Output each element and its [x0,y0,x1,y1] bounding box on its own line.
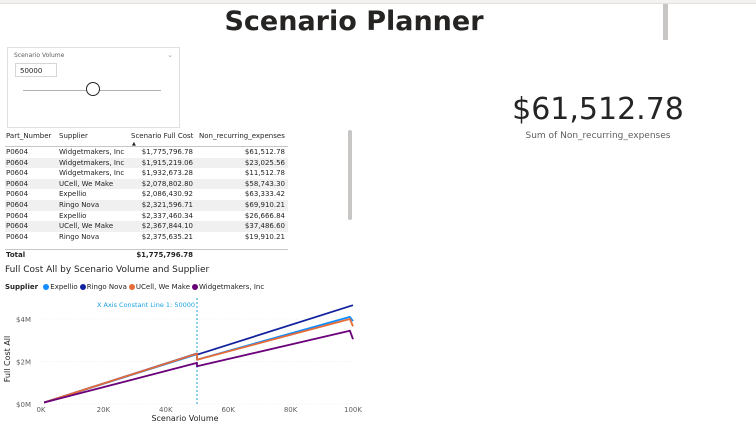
table-total-row: Total $1,775,796.78 [5,249,288,262]
table-scrollbar[interactable] [348,130,352,220]
cell-supplier: UCell, We Make [59,179,114,188]
y-axis-title: Full Cost All [3,336,12,382]
cell-supplier: Expellio [59,211,87,220]
top-border [0,0,756,4]
legend-marker-icon [128,283,135,290]
cell-scenario-full-cost: $2,337,460.34 [141,211,193,220]
table-row[interactable]: P0604 Widgetmakers, Inc $1,915,219.06 $23,0… [5,157,288,169]
x-tick-label: 20K [97,406,111,414]
total-full-cost: $1,775,796.78 [136,251,193,259]
cell-part-number: P0604 [6,179,29,188]
column-header-non-recurring[interactable]: Non_recurring_expenses [199,132,285,140]
legend-item[interactable]: Widgetmakers, Inc [192,283,264,291]
cell-part-number: P0604 [6,148,29,156]
cell-part-number: P0604 [6,232,29,241]
card-value: $61,512.78 [512,92,684,127]
cell-scenario-full-cost: $2,086,430.92 [141,190,193,199]
cell-supplier: Widgetmakers, Inc [59,169,125,178]
cell-non-recurring: $63,333.42 [244,190,285,199]
table-body: P0604 Widgetmakers, Inc $1,775,796.78 $61,5… [5,147,288,249]
cost-table: Part_Number Supplier Scenario Full Cost … [5,128,288,262]
column-header-scenario-full-cost[interactable]: Scenario Full Cost [131,132,193,140]
slicer-title: Scenario Volume [14,52,65,59]
legend-label: UCell, We Make [135,283,191,291]
cell-supplier: Ringo Nova [59,232,100,241]
slider-handle[interactable] [86,82,100,96]
x-tick-label: 0K [36,406,45,414]
cell-non-recurring: $61,512.78 [244,148,285,156]
legend-marker-icon [192,283,199,290]
x-tick-label: 40K [159,406,173,414]
column-header-supplier[interactable]: Supplier [59,132,88,140]
cell-non-recurring: $58,743.30 [244,179,285,188]
legend-label: Ringo Nova [86,283,127,291]
cell-part-number: P0604 [6,201,29,209]
table-row[interactable]: P0604 Expellio $2,086,430.92 $63,333.42 [5,189,288,200]
table-row[interactable]: P0604 Ringo Nova $2,375,635.21 $19,910.21 [5,232,288,243]
series-line-widgetmakers-inc [43,329,354,404]
legend-item[interactable]: Ringo Nova [79,283,127,291]
cell-supplier: Expellio [59,190,87,199]
legend-item[interactable]: UCell, We Make [128,283,191,291]
y-tick-label: $4M [16,316,31,324]
cell-part-number: P0604 [6,211,29,220]
legend-title: Supplier [5,283,39,291]
cell-supplier: Widgetmakers, Inc [59,158,125,167]
y-tick-label: $2M [16,359,31,367]
total-label: Total [6,251,26,259]
legend-item[interactable]: Expellio [43,283,78,291]
line-chart: $0M $2M $4M 0K 20K 40K 60K 80K 100K Scenario Volu… [3,298,362,423]
cell-scenario-full-cost: $1,775,796.78 [141,148,193,156]
legend-label: Widgetmakers, Inc [199,283,265,291]
cell-supplier: Widgetmakers, Inc [59,148,125,156]
cell-non-recurring: $37,486.60 [244,222,285,231]
page-title: Scenario Planner [224,6,484,37]
cell-non-recurring: $11,512.78 [244,169,285,178]
x-axis-title: Scenario Volume [151,414,218,423]
cell-part-number: P0604 [6,169,29,178]
table-header: Part_Number Supplier Scenario Full Cost … [5,128,288,147]
table-row[interactable]: P0604 Widgetmakers, Inc $1,775,796.78 $61,5… [5,147,288,158]
y-tick-label: $0M [16,401,31,409]
x-tick-label: 80K [284,406,298,414]
table-row[interactable]: P0604 UCell, We Make $2,367,844.10 $37,486.… [5,221,288,232]
legend-label: Expellio [50,283,78,291]
cell-part-number: P0604 [6,222,29,231]
cell-part-number: P0604 [6,158,29,167]
legend-marker-icon [43,283,50,290]
table-row[interactable]: P0604 Ringo Nova $2,321,596.71 $69,910.21 [5,200,288,211]
card-label: Sum of Non_recurring_expenses [525,131,671,141]
cell-supplier: Ringo Nova [59,201,100,209]
x-tick-label: 100K [344,406,362,414]
scenario-volume-slicer[interactable]: Scenario Volume ⌄ 50000 [7,47,180,128]
cell-scenario-full-cost: $2,375,635.21 [141,232,193,241]
cell-scenario-full-cost: $2,078,802.80 [141,179,193,188]
table-row[interactable]: P0604 Widgetmakers, Inc $1,932,673.28 $11,5… [5,168,288,179]
cell-scenario-full-cost: $2,321,596.71 [141,201,193,209]
column-header-part-number[interactable]: Part_Number [6,132,51,140]
cell-non-recurring: $26,666.84 [244,211,285,220]
cell-scenario-full-cost: $1,932,673.28 [141,169,193,178]
cell-non-recurring: $69,910.21 [244,201,285,209]
cell-scenario-full-cost: $2,367,844.10 [141,222,193,231]
cell-supplier: UCell, We Make [59,222,114,231]
cell-part-number: P0604 [6,190,29,199]
legend-marker-icon [79,283,86,290]
slicer-value-input[interactable]: 50000 [15,63,57,77]
constant-line-label: X Axis Constant Line 1: 50000 [97,301,195,309]
table-row[interactable]: P0604 Expellio $2,337,460.34 $26,666.84 [5,211,288,222]
table-row[interactable]: P0604 UCell, We Make $2,078,802.80 $58,743.… [5,178,288,190]
cell-non-recurring: $19,910.21 [244,232,285,241]
chart-legend: Supplier Expellio Ringo Nova UCell, We Mak… [5,283,266,291]
cell-non-recurring: $23,025.56 [244,158,285,167]
x-tick-label: 60K [221,406,235,414]
cell-scenario-full-cost: $1,915,219.06 [141,158,193,167]
page-scrollbar[interactable] [663,4,668,40]
chevron-down-icon[interactable]: ⌄ [167,51,173,59]
chart-title: Full Cost All by Scenario Volume and Sup… [5,265,210,275]
